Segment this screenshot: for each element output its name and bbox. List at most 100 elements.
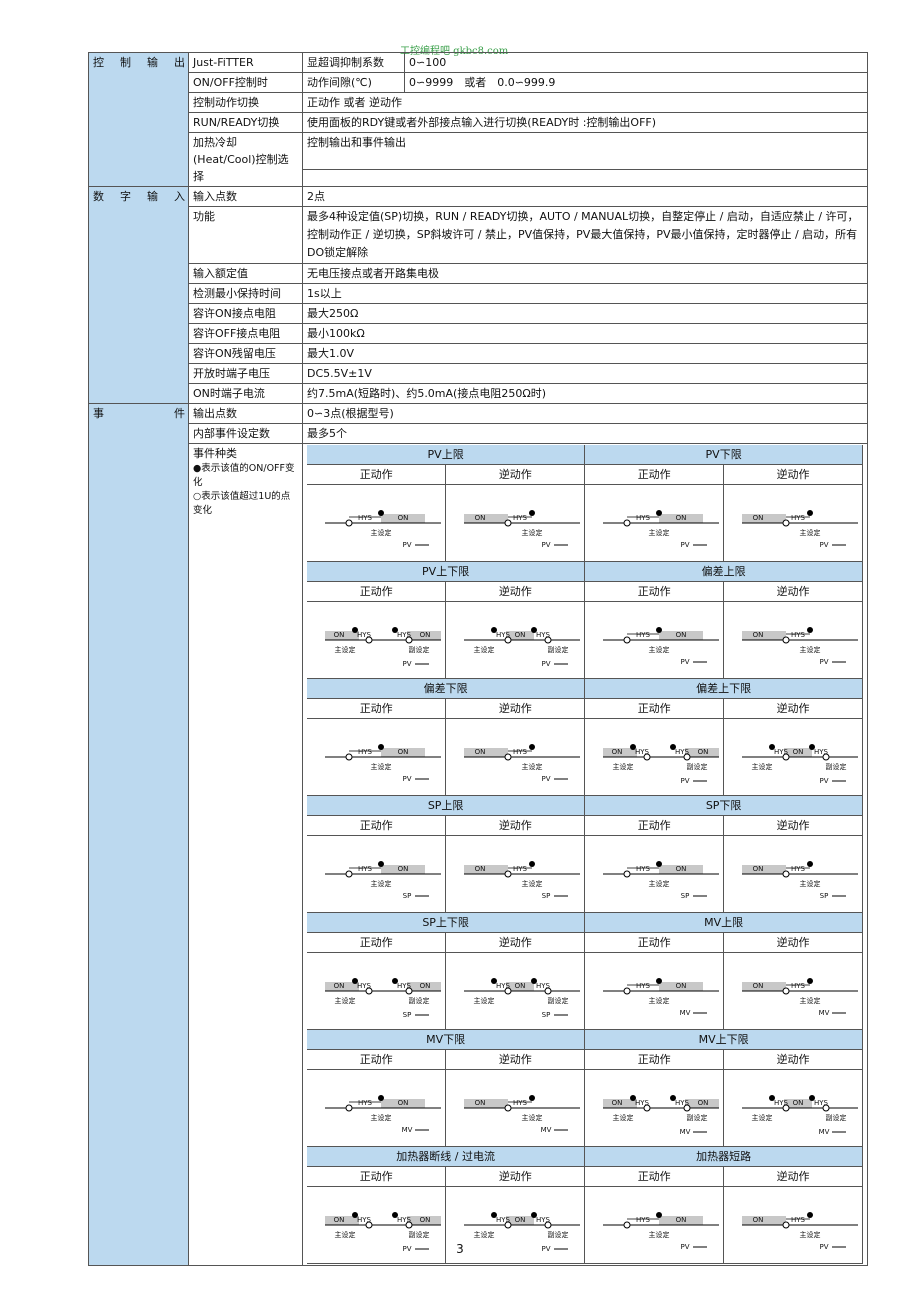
main-setting-label: 主设定 (649, 879, 670, 888)
hys-label: HYS (635, 1099, 650, 1107)
sub-setting-label: 副设定 (409, 1230, 430, 1239)
event-diagram: HYS ON 主设定 SP (603, 861, 720, 900)
hys-label: HYS (774, 748, 789, 756)
diagram-cell: HYS ON 主设定 PV (307, 484, 447, 562)
direct-action-header: 正动作 (307, 698, 447, 719)
event-diagram: HYS HYS ON 主设定 副设定 PV (464, 627, 581, 668)
hys-label: HYS (814, 1099, 829, 1107)
on-region (464, 1099, 509, 1108)
on-label: ON (793, 748, 804, 756)
threshold-point (782, 1221, 790, 1229)
event-diagram: HYS ON 主设定 MV (603, 978, 720, 1017)
hys-label: HYS (791, 865, 806, 873)
main-setting-label: 主设定 (335, 996, 356, 1005)
main-setting-label: 主设定 (522, 762, 543, 771)
sub-setting-label: 副设定 (548, 1230, 569, 1239)
hys-label: HYS (636, 982, 651, 990)
diagram-cell: HYS ON 主设定 PV (723, 601, 863, 679)
hys-label: HYS (791, 514, 806, 522)
diagram-cell: HYS ON 主设定 SP (445, 835, 586, 913)
axis-label: SP (403, 892, 412, 900)
axis-label: SP (681, 892, 690, 900)
axis-label: SP (403, 1011, 412, 1019)
hys-label: HYS (513, 514, 528, 522)
diagram-cell: HYS ON 主设定 PV (307, 718, 447, 796)
threshold-point (623, 1221, 631, 1229)
axis-label: SP (542, 892, 551, 900)
diagram-cell: HYS ON 主设定 SP (723, 835, 863, 913)
on-region (742, 514, 787, 523)
on-off-point (807, 1212, 814, 1218)
direct-action-header: 正动作 (307, 464, 447, 485)
axis-label: PV (681, 658, 690, 666)
on-off-point (656, 861, 663, 867)
hys-label: HYS (636, 631, 651, 639)
axis-label: PV (681, 541, 690, 549)
row-label: 内部事件设定数 (188, 423, 303, 444)
main-setting-label: 主设定 (752, 762, 773, 771)
main-setting-label: 主设定 (371, 528, 392, 537)
main-setting-label: 主设定 (649, 528, 670, 537)
on-label: ON (676, 982, 687, 990)
row-value: 2点 (302, 186, 868, 207)
event-diagram: HYS ON 主设定 PV (464, 744, 581, 783)
row-value: 最多5个 (302, 423, 868, 444)
reverse-action-header: 逆动作 (723, 815, 863, 836)
row-value: 0∽100 (404, 52, 868, 73)
hys-label: HYS (636, 1216, 651, 1224)
on-off-point (378, 744, 384, 750)
reverse-action-header: 逆动作 (723, 932, 863, 953)
event-diagram: HYS ON 主设定 PV (603, 510, 720, 549)
section-label: 数字输入 (93, 190, 185, 203)
on-off-point (378, 1095, 384, 1101)
event-diagram: HYS ON 主设定 SP (464, 861, 581, 900)
on-label: ON (420, 631, 431, 639)
row-label: 检测最小保持时间 (188, 283, 303, 304)
event-group-header: SP上下限 (307, 912, 586, 933)
main-setting-label: 主设定 (649, 996, 670, 1005)
on-label: ON (753, 514, 764, 522)
event-diagram-cell: PV上限 PV下限 正动作 逆动作 正动作 逆动作 HYS ON 主设定 PV HYS ON 主设定 PV… (302, 443, 868, 1266)
row-value: 1s以上 (302, 283, 868, 304)
reverse-action-header: 逆动作 (445, 698, 586, 719)
row-label: 输入点数 (188, 186, 303, 207)
page-number: 3 (456, 1242, 464, 1256)
main-setting-label: 主设定 (522, 879, 543, 888)
on-label: ON (753, 982, 764, 990)
on-label: ON (612, 748, 623, 756)
direct-action-header: 正动作 (307, 932, 447, 953)
hys-label: HYS (536, 1216, 551, 1224)
reverse-action-header: 逆动作 (723, 464, 863, 485)
row-value: 正动作 或者 逆动作 (302, 92, 868, 113)
event-type-cell: 事件种类 ●表示该值的ON/OFF变化 ○表示该值超过1U的点变化 (188, 443, 303, 1266)
event-group-header: MV下限 (307, 1029, 586, 1050)
hys-label: HYS (791, 1216, 806, 1224)
event-diagram: HYS ON 主设定 SP (742, 861, 859, 900)
event-group-header: 加热器短路 (584, 1146, 863, 1167)
section-label: 事件 (93, 407, 185, 420)
threshold-point (345, 870, 353, 878)
event-diagram: HYS HYS ON 主设定 副设定 MV (742, 1095, 859, 1136)
main-setting-label: 主设定 (474, 645, 495, 654)
on-label: ON (612, 1099, 623, 1107)
section-label: 控制输出 (93, 56, 185, 69)
main-setting-label: 主设定 (800, 879, 821, 888)
axis-label: MV (819, 1128, 830, 1136)
event-group-header: MV上限 (584, 912, 863, 933)
event-diagram: HYS HYS ON ON 主设定 副设定 MV (603, 1095, 720, 1136)
main-setting-label: 主设定 (752, 1113, 773, 1122)
axis-label: SP (820, 892, 829, 900)
on-label: ON (676, 1216, 687, 1224)
sub-setting-label: 副设定 (826, 762, 847, 771)
direct-action-header: 正动作 (584, 698, 725, 719)
reverse-action-header: 逆动作 (445, 464, 586, 485)
diagram-cell: HYS HYS ON 主设定 副设定 MV (723, 1069, 863, 1147)
row-sublabel: 显超调抑制系数 (302, 52, 405, 73)
threshold-point (504, 753, 512, 761)
diagram-cell: HYS ON 主设定 MV (307, 1069, 447, 1147)
threshold-point (345, 1104, 353, 1112)
main-setting-label: 主设定 (522, 1113, 543, 1122)
row-label: 功能 (188, 206, 303, 264)
diagram-cell: HYS HYS ON 主设定 副设定 SP (445, 952, 586, 1030)
hys-label: HYS (791, 631, 806, 639)
